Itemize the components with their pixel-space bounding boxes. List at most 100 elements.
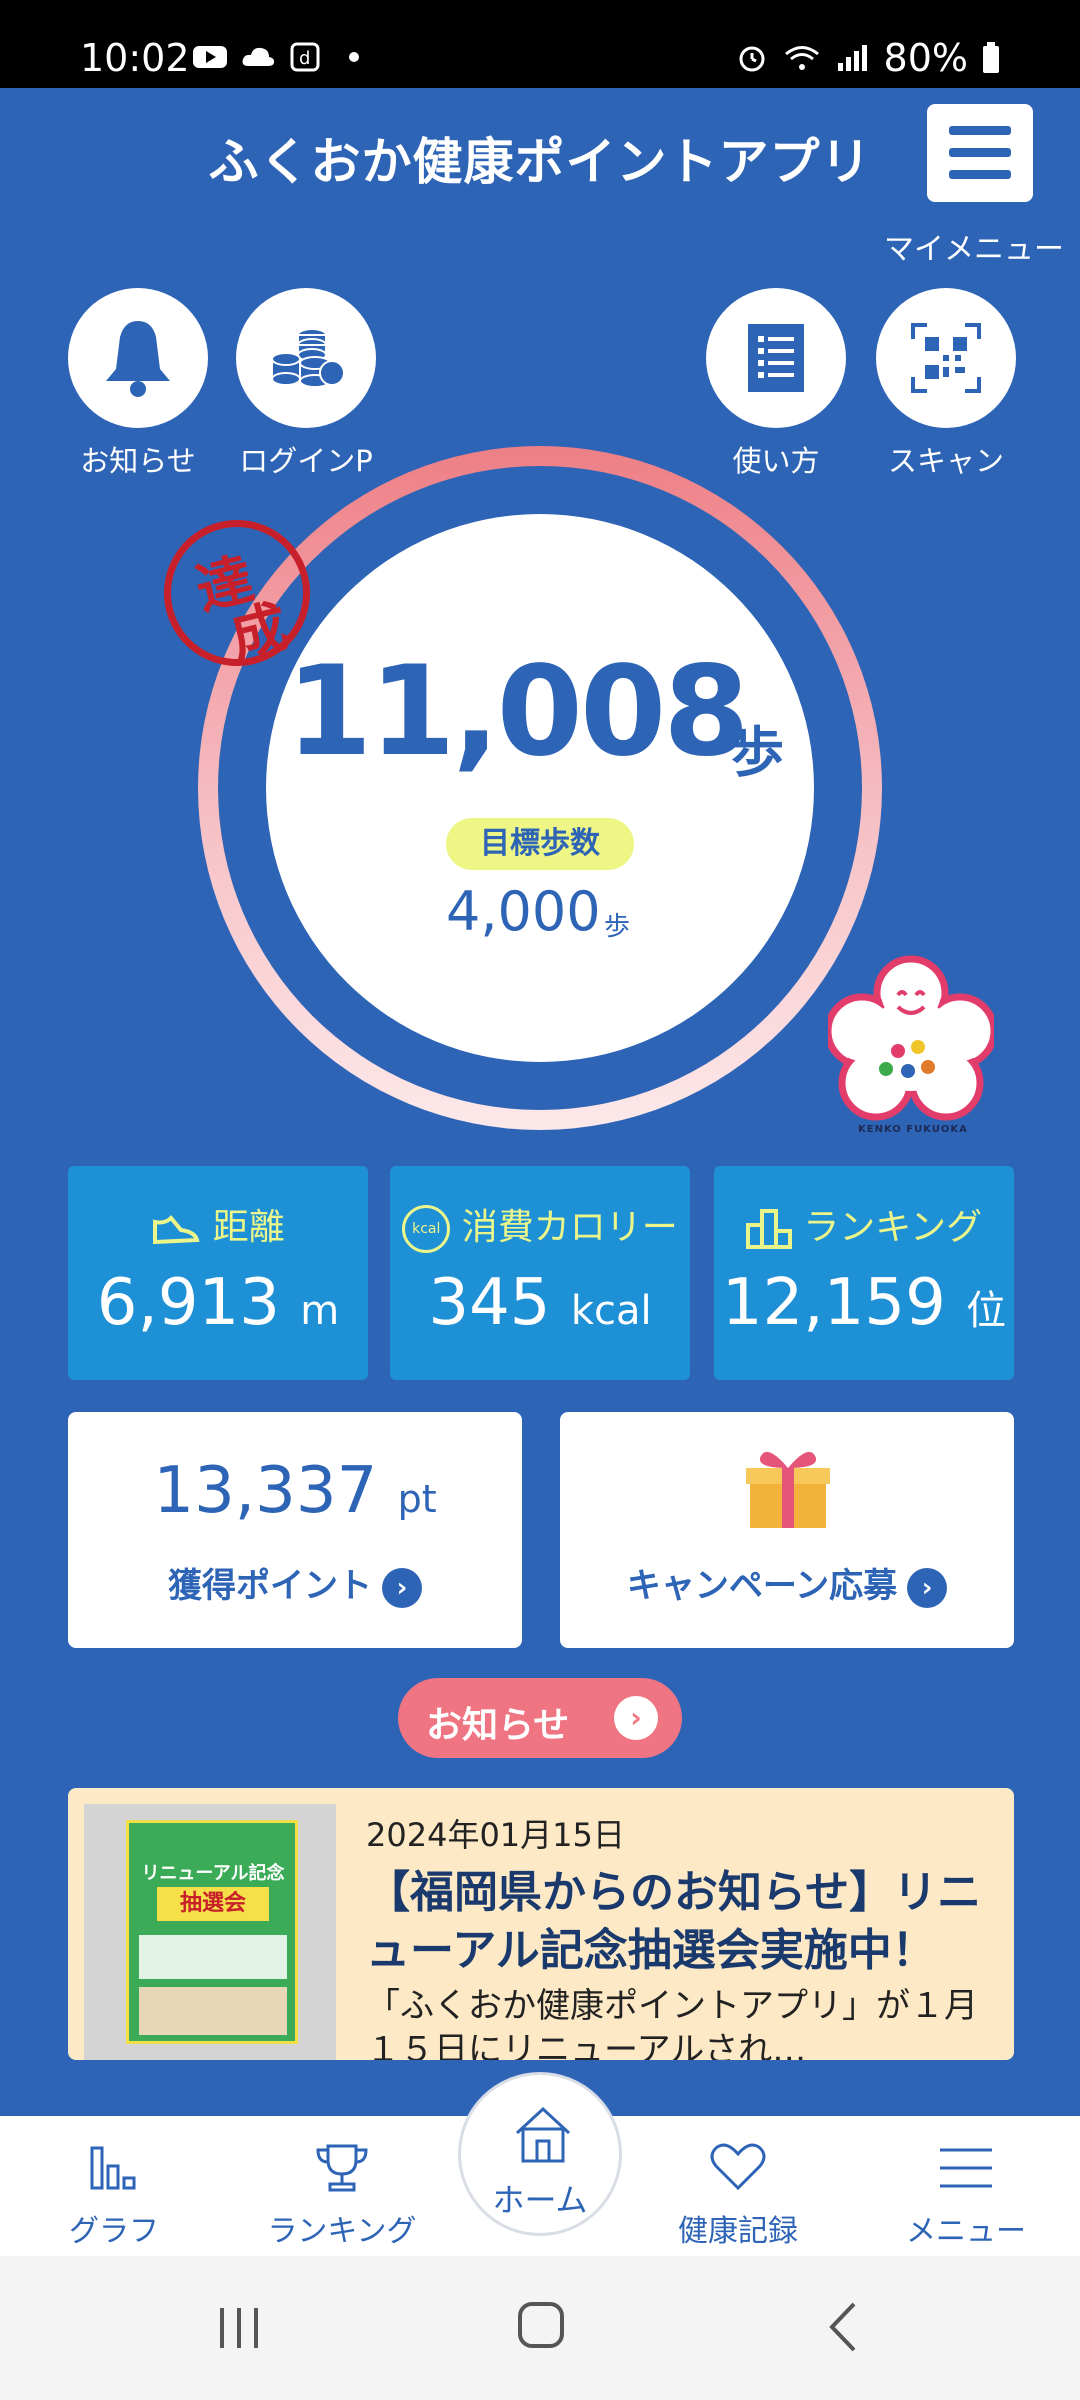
campaign-label: キャンペーン応募 xyxy=(626,1566,898,1606)
nav-graph[interactable]: グラフ xyxy=(14,2116,214,2256)
chevron-right-icon: › xyxy=(907,1567,948,1608)
trophy-icon xyxy=(316,2144,368,2192)
hamburger-icon xyxy=(940,2148,992,2188)
ranking-card[interactable]: ランキング 12,159 位 xyxy=(714,1166,1014,1380)
heart-icon xyxy=(710,2143,766,2191)
status-bar: 10:02 d 80% xyxy=(0,0,1080,88)
points-card[interactable]: 13,337 pt 獲得ポイント › xyxy=(68,1412,522,1648)
mascot-icon xyxy=(828,955,994,1121)
poster-sub: 抽選会 xyxy=(157,1887,269,1921)
kcal-icon: kcal xyxy=(402,1205,451,1253)
distance-value: 6,913 xyxy=(96,1266,280,1340)
nav-home-label: ホーム xyxy=(492,2181,588,2219)
scan-label: スキャン xyxy=(887,444,1004,478)
campaign-card[interactable]: キャンペーン応募 › xyxy=(560,1412,1014,1648)
goal-steps-unit: 歩 xyxy=(604,912,631,942)
gift-icon xyxy=(746,1451,830,1528)
nav-health-record-label: 健康記録 xyxy=(678,2214,798,2249)
ranking-value: 12,159 xyxy=(721,1266,946,1340)
shoe-icon xyxy=(153,1215,200,1245)
distance-label: 距離 xyxy=(212,1207,285,1248)
poster-photos xyxy=(139,1987,287,2035)
news-date: 2024年01月15日 xyxy=(366,1816,625,1854)
alarm-icon xyxy=(739,46,765,72)
steps-count: 11,008 xyxy=(286,640,750,784)
battery-icon xyxy=(983,42,999,73)
battery-percent: 80% xyxy=(883,36,968,80)
poster-info xyxy=(139,1935,287,1979)
mascot-caption: KENKO FUKUOKA xyxy=(858,1124,968,1135)
points-value-row: 13,337 pt xyxy=(68,1454,522,1528)
news-body: 「ふくおか健康ポイントアプリ」が１月１５日にリニューアルされ… xyxy=(366,1986,978,2060)
news-title: 【福岡県からのお知らせ】リニューアル記念抽選会実施中！ xyxy=(366,1867,982,1976)
calories-value-row: 345 kcal xyxy=(390,1266,690,1340)
ranking-title: ランキング xyxy=(714,1198,1014,1251)
signal-icon xyxy=(837,45,867,71)
svg-text:d: d xyxy=(299,48,310,69)
distance-unit: m xyxy=(300,1288,340,1334)
coins-icon xyxy=(271,328,345,388)
nav-menu[interactable]: メニュー xyxy=(866,2116,1066,2256)
distance-value-row: 6,913 m xyxy=(68,1266,368,1340)
notifications-button[interactable] xyxy=(68,288,208,428)
how-to-use-button[interactable] xyxy=(706,288,846,428)
status-system-icons: 80% xyxy=(734,36,1000,80)
nav-ranking[interactable]: ランキング xyxy=(242,2116,442,2256)
goal-steps-label: 目標歩数 xyxy=(446,818,634,870)
dot-icon xyxy=(349,52,359,62)
youtube-icon xyxy=(193,46,227,68)
calories-value: 345 xyxy=(428,1266,551,1340)
nav-home[interactable]: ホーム xyxy=(458,2072,622,2236)
cloud-icon xyxy=(242,47,275,66)
stamp-char-2: 成 xyxy=(224,593,295,671)
distance-title: 距離 xyxy=(68,1198,368,1250)
podium-icon xyxy=(745,1209,792,1249)
nav-ranking-label: ランキング xyxy=(267,2214,417,2249)
steps-circle xyxy=(266,514,814,1062)
d-app-icon: d xyxy=(290,42,320,72)
back-icon[interactable] xyxy=(826,2300,862,2354)
qr-code-icon xyxy=(911,323,981,393)
news-poster: リニューアル記念 抽選会 xyxy=(126,1820,298,2044)
calories-card: kcal 消費カロリー 345 kcal xyxy=(390,1166,690,1380)
poster-title: リニューアル記念 xyxy=(141,1863,285,1884)
ranking-unit: 位 xyxy=(966,1288,1007,1334)
wifi-icon xyxy=(784,46,819,70)
news-button[interactable]: お知らせ › xyxy=(398,1678,682,1758)
steps-unit: 歩 xyxy=(730,721,784,784)
list-icon xyxy=(748,324,804,392)
login-points-label: ログインP xyxy=(239,444,373,478)
scan-button[interactable] xyxy=(876,288,1016,428)
recent-apps-icon[interactable] xyxy=(214,2304,264,2352)
points-unit: pt xyxy=(397,1477,437,1521)
news-item[interactable]: リニューアル記念 抽選会 2024年01月15日 【福岡県からのお知らせ】リニュ… xyxy=(68,1788,1014,2060)
home-system-icon[interactable] xyxy=(516,2300,566,2350)
status-time: 10:02 xyxy=(80,36,190,80)
system-nav-bar xyxy=(0,2256,1080,2400)
goal-steps-value: 4,000 xyxy=(446,880,601,943)
my-menu-label: マイメニュー xyxy=(884,232,1064,267)
login-points-button[interactable] xyxy=(236,288,376,428)
nav-health-record[interactable]: 健康記録 xyxy=(638,2116,838,2256)
chevron-right-icon: › xyxy=(382,1567,422,1608)
earned-points-label: 獲得ポイント xyxy=(168,1566,372,1606)
campaign-link[interactable]: キャンペーン応募 › xyxy=(560,1558,1014,1608)
news-thumbnail: リニューアル記念 抽選会 xyxy=(84,1804,336,2060)
calories-unit: kcal xyxy=(570,1288,652,1334)
my-menu-button[interactable] xyxy=(927,104,1033,202)
bar-chart-icon xyxy=(90,2146,136,2190)
status-notification-icons: d xyxy=(192,42,372,72)
ranking-value-row: 12,159 位 xyxy=(714,1266,1014,1340)
distance-card: 距離 6,913 m xyxy=(68,1166,368,1380)
nav-menu-label: メニュー xyxy=(906,2214,1026,2249)
earned-points-link[interactable]: 獲得ポイント › xyxy=(68,1558,522,1608)
calories-label: 消費カロリー xyxy=(461,1207,678,1248)
home-icon xyxy=(515,2106,571,2163)
calories-title: kcal 消費カロリー xyxy=(390,1198,690,1253)
nav-graph-label: グラフ xyxy=(69,2214,159,2249)
bell-icon xyxy=(106,321,170,397)
points-value: 13,337 xyxy=(153,1454,378,1528)
ranking-label: ランキング xyxy=(803,1207,983,1248)
chevron-right-icon: › xyxy=(614,1696,658,1740)
news-button-label: お知らせ xyxy=(426,1705,570,1746)
